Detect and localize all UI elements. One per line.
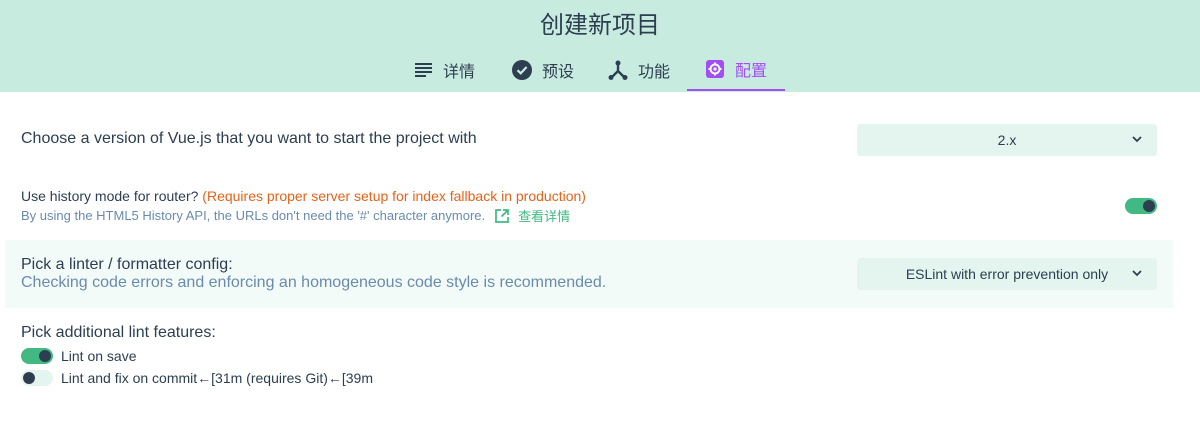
linter-label: Pick a linter / formatter config: (21, 256, 233, 273)
linter-select[interactable]: ESLint with error prevention only (857, 258, 1157, 290)
page-title: 创建新项目 (540, 11, 660, 39)
more-info-link[interactable]: 查看详情 (518, 206, 570, 225)
external-link-icon[interactable] (494, 208, 510, 224)
toggle-knob (39, 350, 51, 362)
history-mode-question: Use history mode for router? (Requires p… (21, 188, 586, 204)
toggle-knob (23, 372, 35, 384)
check-circle-icon (511, 59, 532, 80)
list-icon (414, 62, 432, 77)
history-mode-label: Use history mode for router? (21, 188, 199, 204)
lint-features-label: Pick additional lint features: (21, 324, 216, 341)
history-mode-description: By using the HTML5 History API, the URLs… (21, 208, 486, 223)
tab-details[interactable]: 详情 (404, 48, 486, 91)
lint-on-save-toggle[interactable] (21, 348, 53, 364)
toggle-knob (1143, 200, 1155, 212)
vue-version-select[interactable]: 2.x (857, 124, 1157, 156)
tab-config[interactable]: 配置 (687, 48, 785, 91)
history-mode-warning: (Requires proper server setup for index … (202, 188, 586, 204)
vue-version-value: 2.x (997, 132, 1017, 148)
history-mode-toggle[interactable] (1125, 198, 1157, 214)
tab-presets[interactable]: 预设 (500, 48, 586, 91)
tab-features-label: 功能 (637, 61, 670, 81)
header: 创建新项目 详情 预设 功能 配置 (0, 0, 1200, 92)
lint-on-save-label: Lint on save (61, 348, 137, 364)
tab-features[interactable]: 功能 (598, 48, 680, 91)
linter-description: Checking code errors and enforcing an ho… (21, 274, 607, 291)
chevron-down-icon (1132, 270, 1142, 277)
chevron-down-icon (1132, 136, 1142, 143)
lint-on-commit-label: Lint and fix on commit←[31m (requires Gi… (61, 370, 373, 386)
gear-icon (705, 59, 724, 78)
lint-on-commit-toggle[interactable] (21, 370, 53, 386)
history-mode-description-row: By using the HTML5 History API, the URLs… (21, 206, 570, 225)
fork-icon (608, 60, 628, 80)
tab-config-label: 配置 (734, 60, 767, 80)
linter-value: ESLint with error prevention only (905, 266, 1109, 282)
tab-presets-label: 预设 (541, 61, 574, 81)
vue-version-label: Choose a version of Vue.js that you want… (21, 130, 477, 147)
tab-details-label: 详情 (442, 61, 475, 81)
